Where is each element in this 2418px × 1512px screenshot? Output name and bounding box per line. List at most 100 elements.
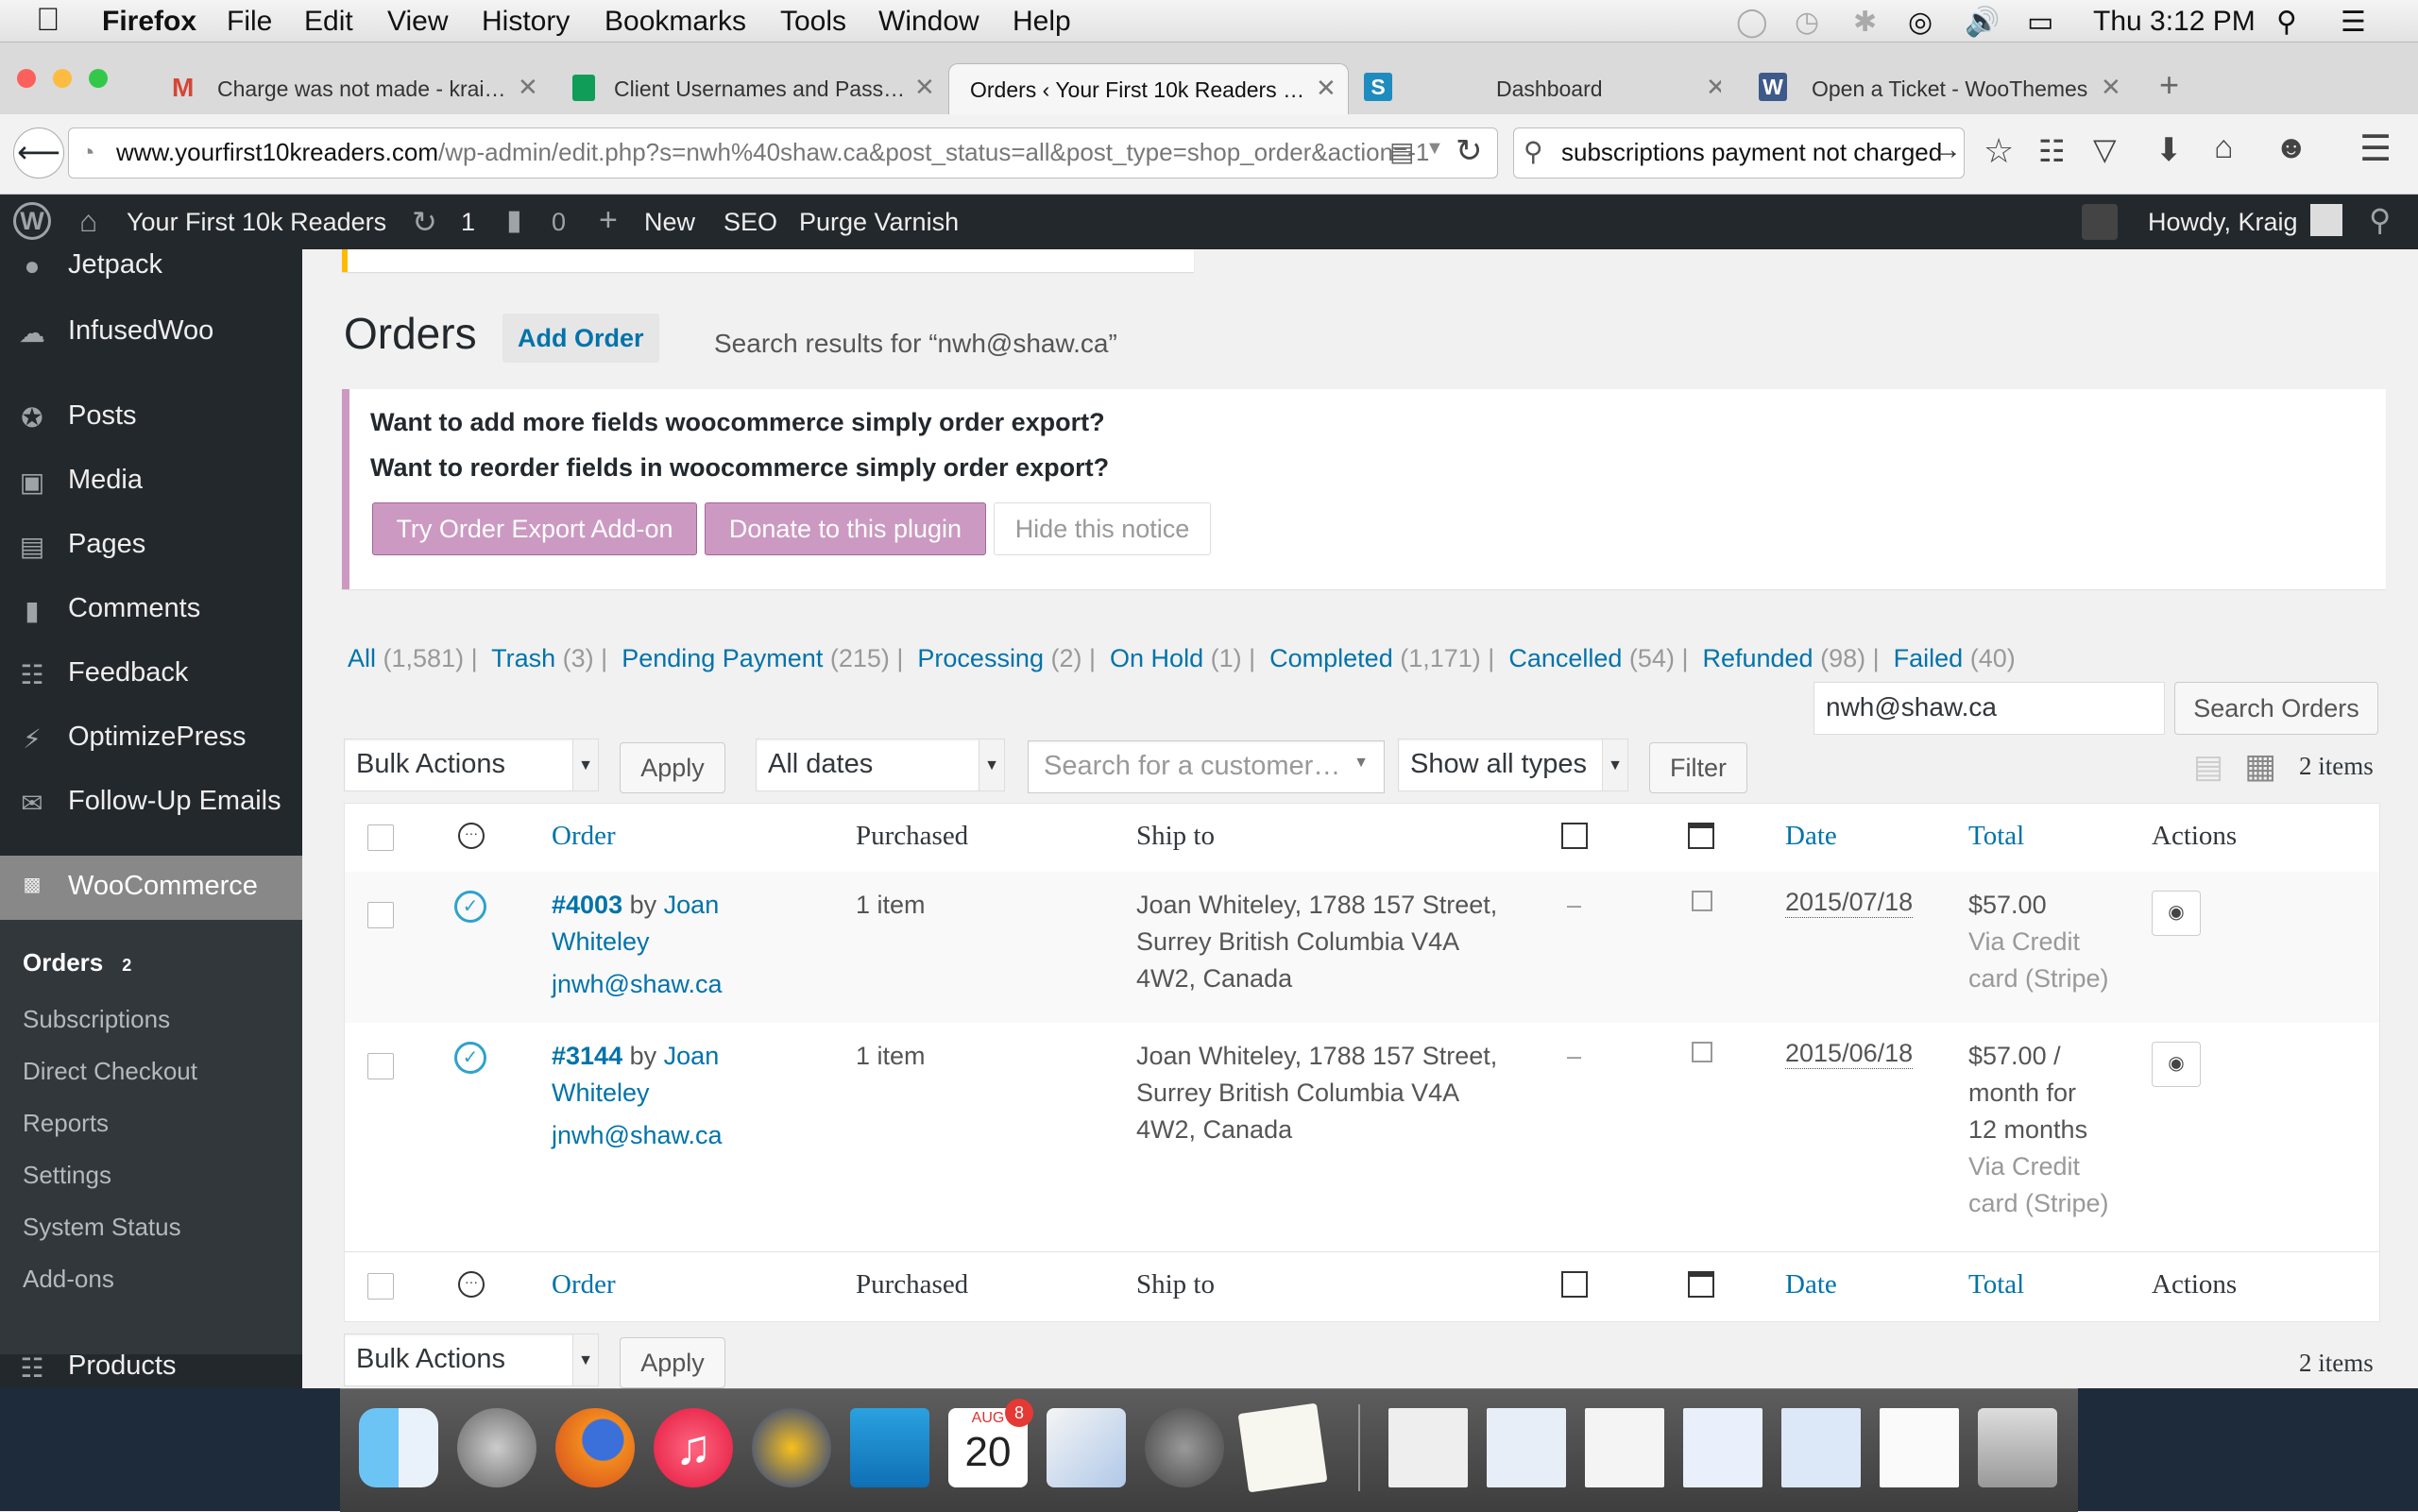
filter-processing[interactable]: Processing [917,644,1044,672]
tab-close-icon[interactable]: ✕ [914,73,935,102]
tab-orders-active[interactable]: Orders ‹ Your First 10k Readers … ✕ [948,63,1349,115]
bookmark-star-icon[interactable]: ☆ [1984,131,2014,171]
customer-search-select[interactable]: Search for a customer… ▼ [1028,740,1385,793]
filter-all[interactable]: All [348,644,376,672]
customer-email-link[interactable]: jnwh@shaw.ca [552,966,723,1003]
home-icon[interactable]: ⌂ [2214,129,2234,166]
order-column-header[interactable]: Order [552,821,616,852]
ship-to-address-link[interactable]: Joan Whiteley, 1788 157 Street, Surrey B… [1136,887,1497,997]
date-column-header[interactable]: Date [1785,821,1837,852]
launchpad-rocket-icon[interactable] [457,1408,536,1487]
status-column-icon[interactable]: ··· [458,1271,485,1298]
excerpt-view-icon[interactable]: ▦ [2244,746,2276,786]
minimized-window-thumb[interactable] [1683,1408,1762,1487]
select-all-checkbox[interactable] [367,824,394,851]
search-orders-input[interactable]: nwh@shaw.ca [1814,682,2165,735]
hello-chat-icon[interactable]: ☻ [2274,129,2308,166]
time-machine-icon[interactable]: ◷ [1795,6,1819,39]
howdy-user-link[interactable]: Howdy, Kraig [2148,208,2298,237]
itunes-music-icon[interactable]: ♫ [654,1408,733,1487]
submenu-orders[interactable]: Orders 2 [23,948,131,977]
apply-button-bottom[interactable]: Apply [620,1337,725,1388]
back-button[interactable]: ⟵ [13,127,64,178]
tab-close-icon[interactable]: ✕ [518,73,538,102]
minimized-window-thumb[interactable] [1781,1408,1861,1487]
spotlight-icon[interactable]: ⚲ [2276,6,2297,39]
hamburger-menu-icon[interactable]: ☰ [2359,127,2392,170]
chat-bubble-icon[interactable]: ◯ [1736,6,1768,39]
firefox-icon[interactable] [555,1408,635,1487]
purchased-items-link[interactable]: 1 item [856,887,926,924]
search-orders-button[interactable]: Search Orders [2174,682,2378,735]
url-dropdown-icon[interactable]: ▼ [1425,138,1444,160]
filter-button[interactable]: Filter [1649,742,1747,793]
tab-dashboard[interactable]: S Dashboard ✕ [1360,63,1721,114]
filter-failed[interactable]: Failed [1894,644,1964,672]
menu-view[interactable]: View [387,6,448,38]
comments-count[interactable]: 0 [552,208,566,237]
window-close-button[interactable] [17,69,36,88]
row-checkbox[interactable] [367,902,394,928]
wordpress-logo-icon[interactable]: W [13,202,51,240]
menu-app-name[interactable]: Firefox [102,6,196,38]
filter-on-hold[interactable]: On Hold [1110,644,1203,672]
tab-gmail[interactable]: M Charge was not made - krai… ✕ [161,63,548,114]
window-zoom-button[interactable] [89,69,108,88]
submenu-settings[interactable]: Settings [23,1161,111,1190]
add-order-button[interactable]: Add Order [502,314,659,363]
types-select[interactable]: Show all types ▼ [1398,739,1628,791]
trash-icon[interactable] [1978,1408,2057,1487]
system-preferences-gear-icon[interactable] [1145,1408,1224,1487]
pocket-icon[interactable]: ▽ [2093,131,2117,167]
filter-completed[interactable]: Completed [1269,644,1393,672]
plus-icon[interactable]: + [599,202,618,239]
total-column-header[interactable]: Total [1968,821,2024,852]
dates-select[interactable]: All dates ▼ [756,739,1005,791]
hide-notice-button[interactable]: Hide this notice [994,502,1211,555]
order-number-link[interactable]: #3144 [552,1042,622,1070]
user-avatar[interactable] [2310,204,2342,236]
site-name-link[interactable]: Your First 10k Readers [127,208,386,237]
menu-edit[interactable]: Edit [304,6,353,38]
filter-cancelled[interactable]: Cancelled [1508,644,1622,672]
status-column-icon[interactable]: ··· [458,823,485,849]
select-all-checkbox-footer[interactable] [367,1273,394,1300]
filter-refunded[interactable]: Refunded [1702,644,1813,672]
volume-icon[interactable]: 🔊 [1965,6,2000,39]
tab-woothemes[interactable]: W Open a Ticket - WooThemes ✕ [1757,63,2125,114]
submenu-reports[interactable]: Reports [23,1109,109,1138]
customer-name-link[interactable]: Joan [664,1042,720,1070]
bookmarks-list-icon[interactable]: ☷ [2038,133,2066,169]
order-column-footer[interactable]: Order [552,1269,616,1300]
site-avatar[interactable] [2082,204,2118,240]
minimized-window-thumb[interactable] [1585,1408,1664,1487]
submenu-system-status[interactable]: System Status [23,1213,181,1242]
menu-bookmarks[interactable]: Bookmarks [604,6,746,38]
view-order-eye-icon[interactable]: ◉ [2152,1042,2201,1087]
try-order-export-button[interactable]: Try Order Export Add-on [372,502,697,555]
list-view-icon[interactable]: ▤ [2193,748,2223,786]
order-note-icon[interactable] [1692,1042,1712,1062]
customer-name-link[interactable]: Joan [664,891,720,919]
filter-pending-payment[interactable]: Pending Payment [622,644,823,672]
filter-trash[interactable]: Trash [491,644,555,672]
preview-photos-icon[interactable] [850,1408,929,1487]
minimized-window-thumb[interactable] [1880,1408,1959,1487]
customer-name-link[interactable]: Whiteley [552,927,650,956]
search-bar[interactable]: ⚲ subscriptions payment not charged → [1513,127,1965,178]
donate-plugin-button[interactable]: Donate to this plugin [705,502,986,555]
download-icon[interactable]: ⬇ [2155,131,2183,169]
comments-icon[interactable]: ▮ [506,204,522,237]
apple-icon[interactable]:  [36,2,60,39]
tab-close-icon[interactable]: ✕ [1316,74,1337,103]
ship-to-address-link[interactable]: Joan Whiteley, 1788 157 Street, Surrey B… [1136,1038,1497,1148]
menu-tools[interactable]: Tools [780,6,846,38]
tab-close-icon[interactable]: ✕ [2101,73,2121,102]
search-go-icon[interactable]: → [1933,134,1962,166]
menu-history[interactable]: History [482,6,570,38]
calendar-icon[interactable]: AUG 20 8 [948,1399,1033,1487]
reload-icon[interactable]: ↻ [1456,132,1483,170]
home-icon[interactable]: ⌂ [79,204,97,239]
date-column-footer[interactable]: Date [1785,1269,1837,1300]
submenu-subscriptions[interactable]: Subscriptions [23,1005,170,1034]
